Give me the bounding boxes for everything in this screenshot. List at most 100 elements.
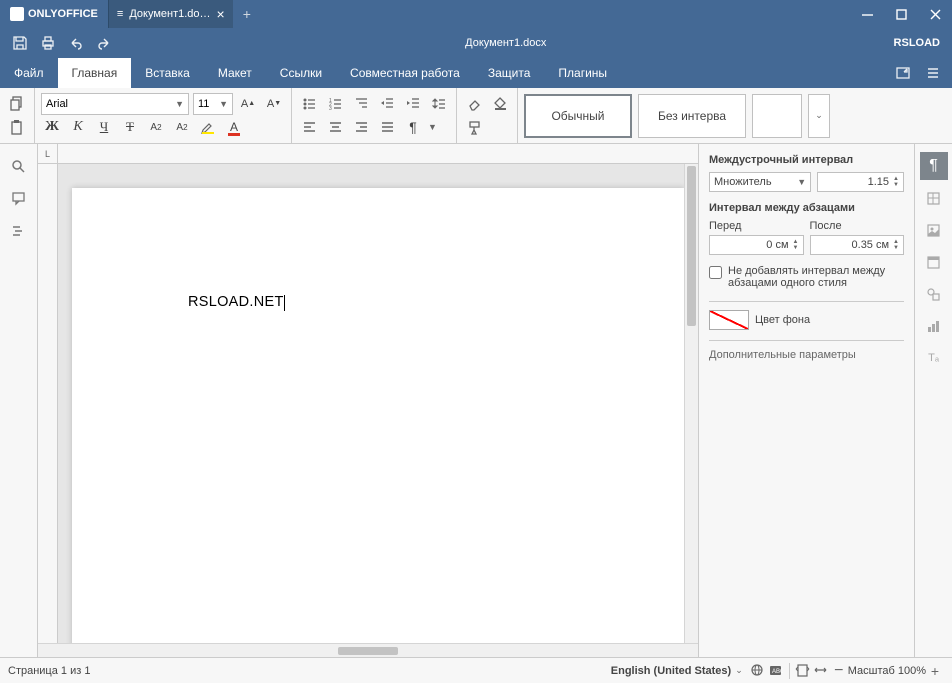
menu-insert[interactable]: Вставка xyxy=(131,58,204,88)
shape-tab[interactable] xyxy=(920,280,948,308)
numbering-button[interactable]: 123 xyxy=(324,93,346,115)
user-name[interactable]: RSLOAD xyxy=(894,37,940,49)
textart-tab[interactable]: Tₐ xyxy=(920,344,948,372)
close-button[interactable] xyxy=(918,0,952,28)
header-icon xyxy=(926,255,941,270)
paste-button[interactable] xyxy=(6,116,28,138)
spinner-icon[interactable]: ▲▼ xyxy=(893,239,899,251)
align-right-button[interactable] xyxy=(350,116,372,138)
menu-collab[interactable]: Совместная работа xyxy=(336,58,474,88)
zoom-out-button[interactable]: − xyxy=(830,662,848,680)
line-spacing-button[interactable] xyxy=(428,93,450,115)
style-no-spacing[interactable]: Без интерва xyxy=(638,94,746,138)
styles-more-button[interactable]: ⌄ xyxy=(808,94,830,138)
align-center-button[interactable] xyxy=(324,116,346,138)
workspace: L RSLOAD.NET Междустрочный интервал Множ… xyxy=(0,144,952,657)
chevron-down-icon[interactable]: ▼ xyxy=(428,122,437,132)
nonprinting-button[interactable]: ¶ xyxy=(402,116,424,138)
menu-layout[interactable]: Макет xyxy=(204,58,266,88)
spacing-after-input[interactable]: 0.35 см▲▼ xyxy=(810,235,905,255)
fit-page-button[interactable] xyxy=(794,662,812,680)
italic-button[interactable]: К xyxy=(67,116,89,138)
menu-references[interactable]: Ссылки xyxy=(266,58,336,88)
language-select[interactable]: English (United States)⌄ xyxy=(605,665,749,677)
menu-plugins[interactable]: Плагины xyxy=(544,58,621,88)
align-justify-button[interactable] xyxy=(376,116,398,138)
menu-file[interactable]: Файл xyxy=(0,58,58,88)
clear-style-button[interactable] xyxy=(463,93,485,115)
close-tab-icon[interactable]: × xyxy=(217,6,225,22)
view-settings-button[interactable] xyxy=(920,61,946,85)
paragraph-tab[interactable]: ¶ xyxy=(920,152,948,180)
copy-button[interactable] xyxy=(6,93,28,115)
subscript-button[interactable]: A2 xyxy=(171,116,193,138)
print-button[interactable] xyxy=(34,31,62,55)
horizontal-ruler[interactable]: L xyxy=(38,144,698,164)
font-size-select[interactable]: 11▼ xyxy=(193,93,233,115)
same-style-checkbox[interactable] xyxy=(709,266,722,279)
align-left-button[interactable] xyxy=(298,116,320,138)
font-color-button[interactable]: A xyxy=(223,116,245,138)
style-normal[interactable]: Обычный xyxy=(524,94,632,138)
menu-protect[interactable]: Защита xyxy=(474,58,545,88)
svg-text:3: 3 xyxy=(329,106,332,111)
search-button[interactable] xyxy=(5,152,33,180)
maximize-button[interactable] xyxy=(884,0,918,28)
spinner-icon[interactable]: ▲▼ xyxy=(793,239,799,251)
vertical-scrollbar[interactable] xyxy=(684,164,698,643)
decrease-indent-button[interactable] xyxy=(376,93,398,115)
header-footer-tab[interactable] xyxy=(920,248,948,276)
horizontal-scrollbar[interactable] xyxy=(38,643,698,657)
redo-icon xyxy=(96,35,112,51)
comments-button[interactable] xyxy=(5,184,33,212)
print-icon xyxy=(40,35,56,51)
highlight-button[interactable] xyxy=(197,116,219,138)
vertical-ruler[interactable] xyxy=(38,164,58,643)
bold-button[interactable]: Ж xyxy=(41,116,63,138)
font-name-select[interactable]: Arial▼ xyxy=(41,93,189,115)
copy-style-button[interactable] xyxy=(463,116,485,138)
multilevel-button[interactable] xyxy=(350,93,372,115)
redo-button[interactable] xyxy=(90,31,118,55)
page-count[interactable]: Страница 1 из 1 xyxy=(8,665,90,677)
para-spacing-label: Интервал между абзацами xyxy=(709,202,904,214)
undo-button[interactable] xyxy=(62,31,90,55)
image-tab[interactable] xyxy=(920,216,948,244)
zoom-label[interactable]: Масштаб 100% xyxy=(848,665,926,677)
zoom-in-button[interactable]: + xyxy=(926,662,944,680)
save-button[interactable] xyxy=(6,31,34,55)
increase-font-button[interactable]: A▲ xyxy=(237,93,259,115)
document-tab[interactable]: ≡ Документ1.do… × xyxy=(108,0,233,28)
track-changes-button[interactable]: ABC xyxy=(767,662,785,680)
bullets-button[interactable] xyxy=(298,93,320,115)
shading-button[interactable] xyxy=(489,93,511,115)
increase-indent-button[interactable] xyxy=(402,93,424,115)
new-tab-button[interactable]: + xyxy=(233,6,261,22)
underline-button[interactable]: Ч xyxy=(93,116,115,138)
open-location-button[interactable] xyxy=(890,61,916,85)
scrollbar-thumb[interactable] xyxy=(338,647,398,655)
headings-button[interactable] xyxy=(5,216,33,244)
menu-home[interactable]: Главная xyxy=(58,58,132,88)
spacing-before-input[interactable]: 0 см▲▼ xyxy=(709,235,804,255)
chart-tab[interactable] xyxy=(920,312,948,340)
spinner-icon[interactable]: ▲▼ xyxy=(893,176,899,188)
advanced-settings-link[interactable]: Дополнительные параметры xyxy=(709,349,856,361)
bg-color-swatch[interactable] xyxy=(709,310,749,330)
align-left-icon xyxy=(302,120,317,135)
line-spacing-value-input[interactable]: 1.15▲▼ xyxy=(817,172,904,192)
superscript-button[interactable]: A2 xyxy=(145,116,167,138)
minimize-button[interactable] xyxy=(850,0,884,28)
style-placeholder[interactable] xyxy=(752,94,802,138)
document-page[interactable]: RSLOAD.NET xyxy=(72,188,684,643)
fit-width-button[interactable] xyxy=(812,662,830,680)
decrease-font-button[interactable]: A▼ xyxy=(263,93,285,115)
line-spacing-mode-select[interactable]: Множитель▼ xyxy=(709,172,811,192)
scrollbar-thumb[interactable] xyxy=(687,166,696,326)
document-text[interactable]: RSLOAD.NET xyxy=(188,294,284,310)
strikethrough-button[interactable]: Т xyxy=(119,116,141,138)
chevron-down-icon: ▼ xyxy=(175,99,184,109)
table-tab[interactable] xyxy=(920,184,948,212)
spellcheck-button[interactable] xyxy=(749,662,767,680)
clipboard-group xyxy=(0,88,35,143)
